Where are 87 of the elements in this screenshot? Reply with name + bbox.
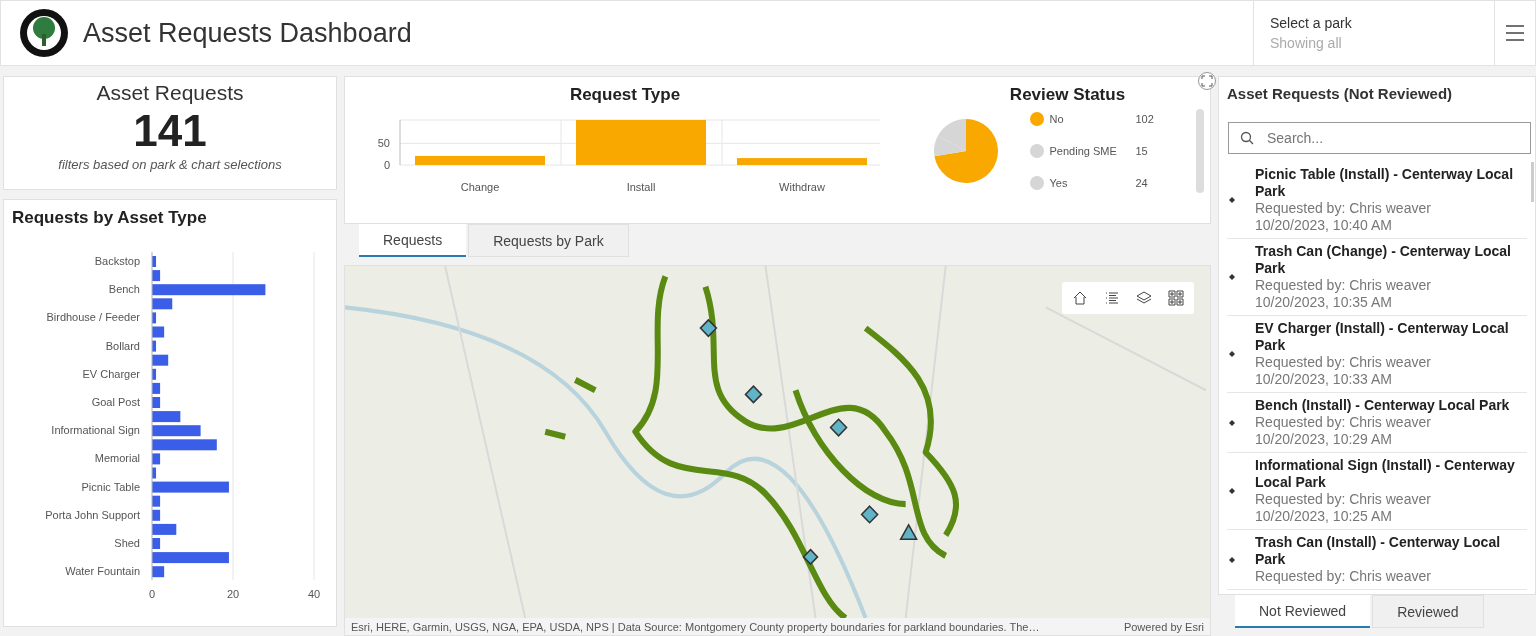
bar[interactable] xyxy=(152,326,165,338)
bar[interactable] xyxy=(152,523,177,535)
legend-count: 102 xyxy=(1135,113,1155,125)
grid-icon[interactable] xyxy=(1168,290,1184,306)
bar[interactable] xyxy=(152,552,229,564)
diamond-icon xyxy=(1229,274,1235,280)
request-list-item[interactable]: Informational Sign (Install) - Centerway Local Park Requested by: Chris weaver 10/20/2023, 10:25 AM xyxy=(1255,457,1527,525)
bar[interactable] xyxy=(152,368,157,380)
chart-title: Request Type xyxy=(569,85,681,105)
axis-label: Picnic Table xyxy=(81,480,140,493)
diamond-icon xyxy=(1229,419,1235,426)
panel-title: Asset Requests (Not Reviewed) xyxy=(1227,85,1454,102)
tab[interactable]: Reviewed xyxy=(1372,595,1484,628)
tab[interactable]: Requests xyxy=(359,224,467,257)
bar[interactable] xyxy=(152,270,161,282)
bar[interactable] xyxy=(152,453,161,465)
axis-label: Withdraw xyxy=(779,181,825,193)
diamond-icon xyxy=(1229,351,1235,357)
axis-tick: 50 xyxy=(377,137,390,150)
list-icon[interactable] xyxy=(1104,290,1120,306)
chart-title: Requests by Asset Type xyxy=(12,208,208,228)
axis-label: Goal Post xyxy=(91,396,140,408)
axis-label: Bench xyxy=(108,283,140,296)
legend-label: Pending SME xyxy=(1049,145,1118,157)
request-list-item[interactable]: Picnic Table (Install) - Centerway Local Park Requested by: Chris weaver 10/20/2023, 10:40 AM xyxy=(1255,166,1527,234)
menu-icon xyxy=(1505,24,1525,42)
legend-label: Yes xyxy=(1049,177,1069,189)
axis-label: Birdhouse / Feeder xyxy=(46,311,140,324)
axis-label: Shed xyxy=(114,537,140,549)
bar[interactable] xyxy=(152,312,157,324)
request-list-item[interactable]: Bench (Install) - Centerway Local Park Requested by: Chris weaver 10/20/2023, 10:29 AM xyxy=(1255,397,1510,448)
axis-label: EV Charger xyxy=(82,367,140,380)
diamond-icon xyxy=(1229,197,1235,203)
home-icon[interactable] xyxy=(1072,290,1088,306)
layers-icon[interactable] xyxy=(1136,290,1152,306)
tab[interactable]: Requests by Park xyxy=(468,224,629,257)
axis-label: Install xyxy=(626,181,656,193)
tab[interactable]: Not Reviewed xyxy=(1235,595,1371,628)
expand-icon xyxy=(1201,75,1213,87)
bar[interactable] xyxy=(152,495,161,507)
axis-label: Porta John Support xyxy=(45,508,140,521)
axis-label: Informational Sign xyxy=(51,424,140,437)
axis-tick: 20 xyxy=(226,588,240,600)
diamond-icon xyxy=(1229,556,1235,563)
summary-note: filters based on park & chart selections xyxy=(57,157,283,172)
chart-title: Review Status xyxy=(1009,85,1126,105)
bar[interactable] xyxy=(152,425,201,437)
park-selector[interactable]: Select a park Showing all xyxy=(1253,1,1495,65)
bar[interactable] xyxy=(152,509,161,521)
request-list-item[interactable]: Trash Can (Install) - Centerway Local Park Requested by: Chris weaver xyxy=(1255,534,1527,585)
bar[interactable] xyxy=(152,340,157,352)
bar[interactable] xyxy=(152,382,161,394)
dashboard-title: Asset Requests Dashboard xyxy=(83,17,413,49)
bar[interactable] xyxy=(152,538,161,549)
request-list-item[interactable]: Trash Can (Change) - Centerway Local Park Requested by: Chris weaver 10/20/2023, 10:35 AM xyxy=(1255,243,1527,311)
bar[interactable] xyxy=(152,397,161,408)
request-count: 141 xyxy=(132,105,208,157)
axis-label: Change xyxy=(460,181,500,193)
legend-label: No xyxy=(1049,113,1065,125)
bar[interactable] xyxy=(152,256,157,267)
axis-label: Memorial xyxy=(94,452,140,465)
axis-tick: 0 xyxy=(148,588,156,600)
tree-logo-icon xyxy=(19,8,69,58)
search-icon xyxy=(1240,131,1254,145)
search-field[interactable]: Search... xyxy=(1228,122,1531,154)
legend-count: 24 xyxy=(1135,177,1149,189)
powered-by-text: Powered by Esri xyxy=(1123,620,1204,633)
bar[interactable] xyxy=(152,298,173,310)
expand-button[interactable] xyxy=(1198,72,1216,90)
bar[interactable] xyxy=(152,354,169,366)
axis-label: Water Fountain xyxy=(65,565,140,578)
bar[interactable] xyxy=(152,467,157,479)
bar[interactable] xyxy=(152,566,165,578)
axis-tick: 40 xyxy=(307,588,321,600)
bar[interactable] xyxy=(152,439,217,451)
scrollbar[interactable] xyxy=(1195,109,1204,193)
diamond-icon xyxy=(1229,488,1235,494)
axis-label: Backstop xyxy=(94,255,140,267)
bar[interactable] xyxy=(152,284,266,296)
axis-tick: 0 xyxy=(383,159,390,171)
bar[interactable] xyxy=(152,411,181,423)
axis-label: Bollard xyxy=(105,339,140,352)
summary-title: Asset Requests xyxy=(95,81,245,105)
map-attribution: Esri, HERE, Garmin, USGS, NGA, EPA, USDA, NPS | Data Source: Montgomery County property boundaries for parkland boundaries. The… xyxy=(351,620,1040,633)
bar[interactable] xyxy=(152,481,229,493)
request-list-item[interactable]: EV Charger (Install) - Centerway Local Park Requested by: Chris weaver 10/20/2023, 10:33 AM xyxy=(1255,320,1527,388)
legend-count: 15 xyxy=(1135,145,1149,157)
